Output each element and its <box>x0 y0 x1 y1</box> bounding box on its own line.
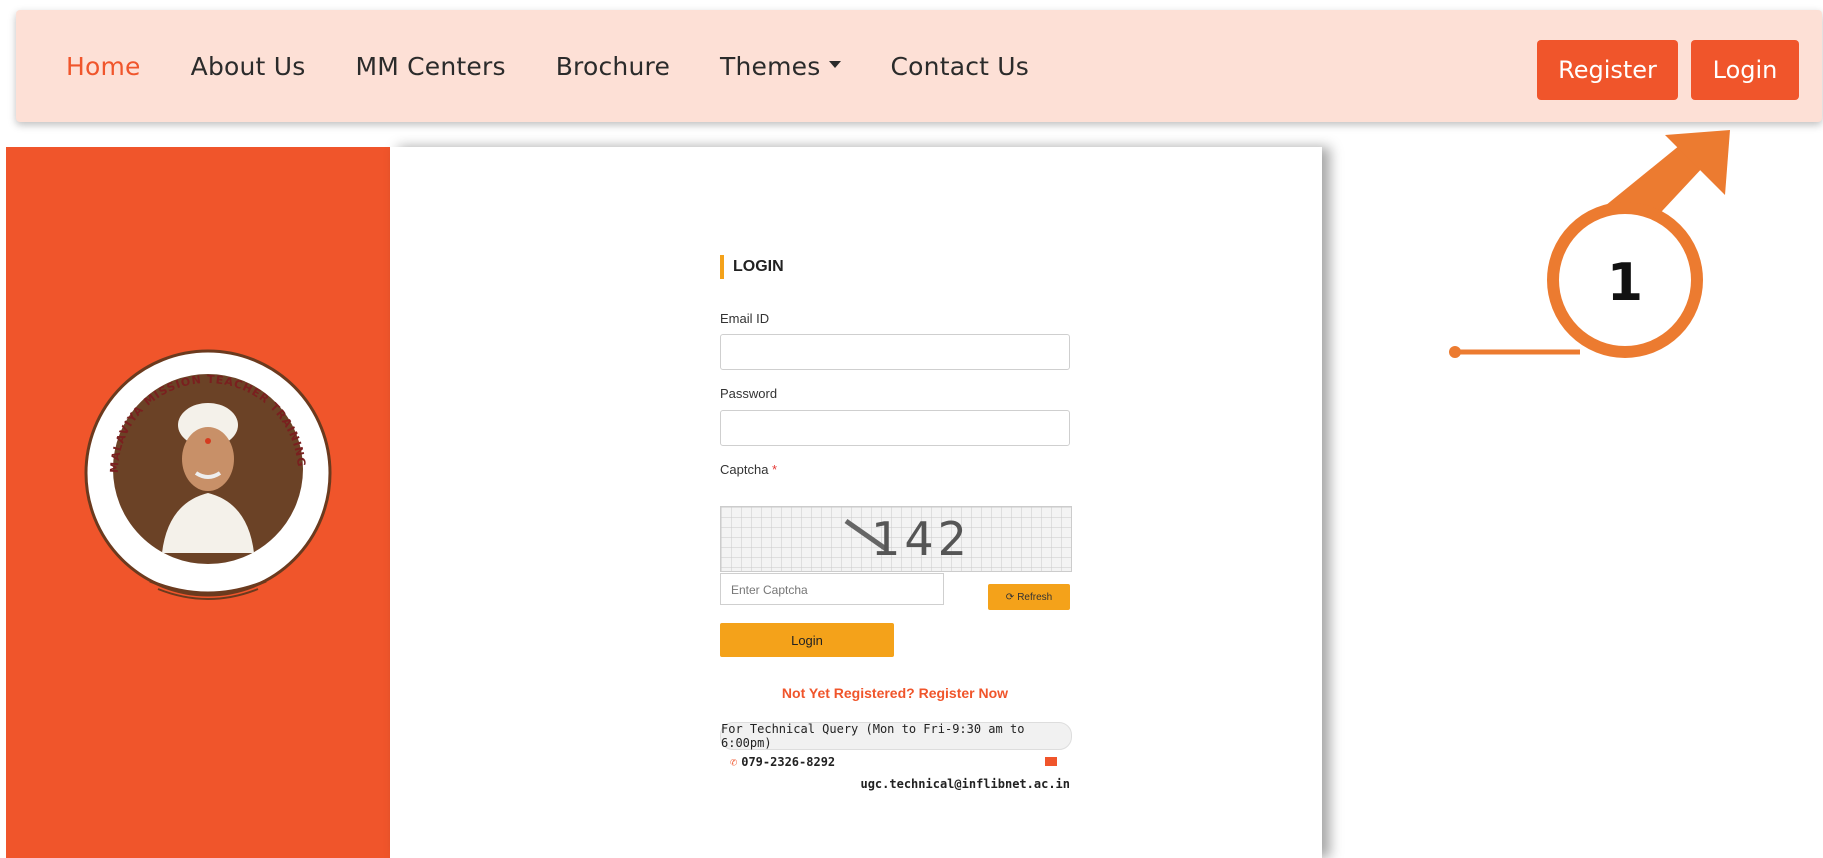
captcha-image: 142 <box>720 506 1072 572</box>
password-field[interactable] <box>720 410 1070 446</box>
nav-home[interactable]: Home <box>66 52 141 81</box>
register-now-link[interactable]: Not Yet Registered? Register Now <box>720 685 1070 701</box>
email-field[interactable] <box>720 334 1070 370</box>
register-button[interactable]: Register <box>1537 40 1678 100</box>
nav-mm-centers[interactable]: MM Centers <box>355 52 505 81</box>
phone-icon: ✆ <box>730 755 738 769</box>
caret-down-icon <box>828 61 841 68</box>
refresh-icon: ⟳ <box>1005 591 1015 603</box>
phone-number: 079-2326-8292 <box>741 755 836 769</box>
annotation-dot <box>1449 346 1461 358</box>
captcha-label: Captcha * <box>720 462 777 477</box>
refresh-captcha-button[interactable]: ⟳ Refresh <box>988 584 1070 610</box>
nav-about-us[interactable]: About Us <box>191 52 306 81</box>
support-phone: ✆ 079-2326-8292 <box>730 755 835 769</box>
captcha-label-text: Captcha <box>720 462 769 477</box>
mail-icon <box>1045 757 1057 766</box>
annotation-number: 1 <box>1607 253 1643 313</box>
password-label: Password <box>720 386 778 401</box>
login-button[interactable]: Login <box>1691 40 1799 100</box>
refresh-label: Refresh <box>1017 591 1053 603</box>
login-card <box>390 147 1322 858</box>
annotation-callout: 1 <box>1449 130 1730 358</box>
nav-contact-us[interactable]: Contact Us <box>891 52 1030 81</box>
captcha-input[interactable]: Enter Captcha <box>720 573 944 605</box>
malaviya-mission-logo: MALAVIYA MISSION TEACHER TRAINING PROGRA… <box>78 343 332 600</box>
support-email[interactable]: ugc.technical@inflibnet.ac.in <box>860 777 1070 791</box>
required-asterisk: * <box>772 462 778 477</box>
nav-themes-dropdown[interactable]: Themes <box>720 51 841 81</box>
nav-brochure[interactable]: Brochure <box>556 52 670 81</box>
login-submit-button[interactable]: Login <box>720 623 894 657</box>
nav-themes-label: Themes <box>720 51 821 81</box>
captcha-text: 142 <box>871 512 971 566</box>
top-navbar: Home About Us MM Centers Brochure Themes… <box>16 10 1822 122</box>
nav-links: Home About Us MM Centers Brochure Themes… <box>66 10 1079 122</box>
email-label: Email ID <box>720 311 770 326</box>
login-form: LOGIN Email ID Password Captcha * 142 En… <box>720 255 1072 791</box>
login-title: LOGIN <box>720 255 1070 279</box>
technical-query-badge: For Technical Query (Mon to Fri-9:30 am … <box>720 722 1072 750</box>
